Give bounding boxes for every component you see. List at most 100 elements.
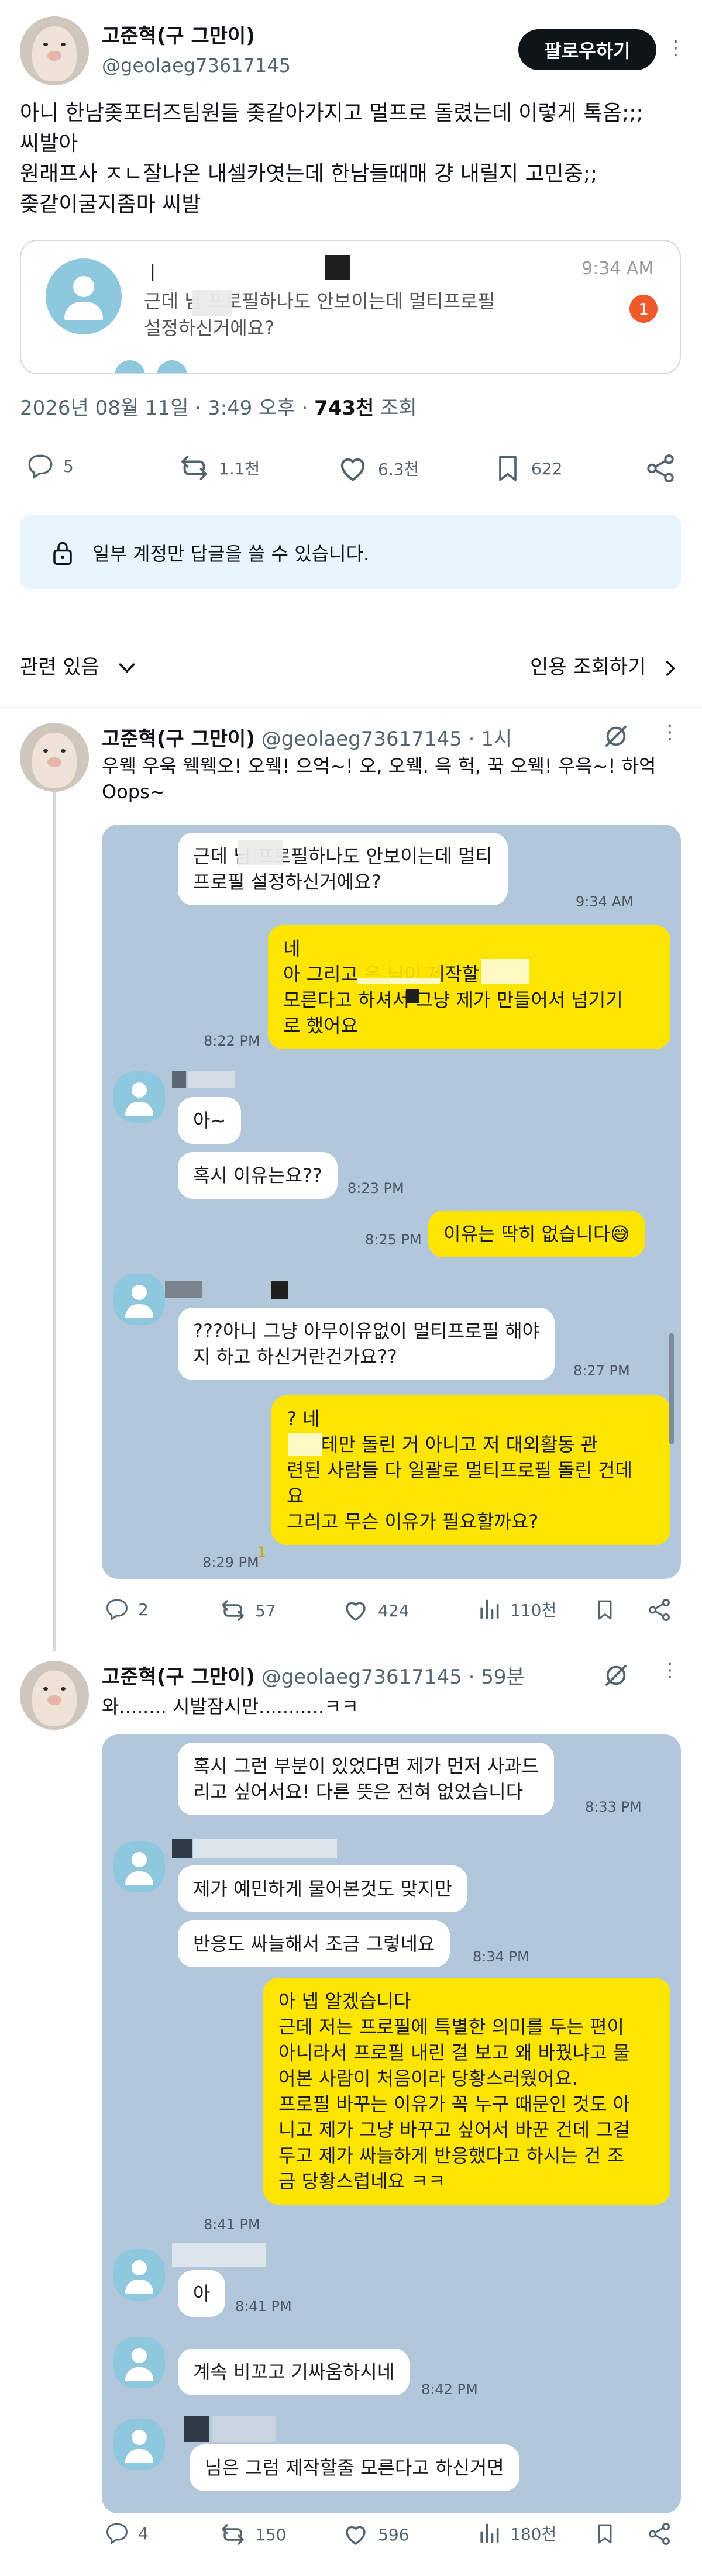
retweet-icon	[222, 1600, 244, 1621]
chat-screenshot[interactable]: 근데 님 프로필하나도 안보이는데 멀티 프로필 설정하신거에요? 9:34 A…	[102, 825, 681, 1579]
bubble-line: 아 넵 알겠습니다	[278, 1990, 411, 2012]
chat-timestamp: 8:27 PM	[573, 1363, 630, 1379]
redaction-block	[406, 989, 419, 1003]
chat-timestamp: 8:41 PM	[235, 2298, 292, 2315]
share-button[interactable]	[644, 451, 677, 485]
avatar[interactable]	[20, 1661, 89, 1730]
chat-bubble-received: 근데 님 프로필하나도 안보이는데 멀티 프로필 설정하신거에요?	[178, 833, 508, 905]
reply-handle-time: @geolaeg73617145 · 59분	[261, 1665, 525, 1689]
reply-button[interactable]: 2	[104, 1596, 149, 1622]
message-line: 설정하신거에요?	[144, 317, 275, 339]
follow-button[interactable]: 팔로우하기	[518, 29, 656, 70]
reply-button[interactable]: 5	[26, 451, 74, 481]
grok-icon[interactable]	[603, 1662, 629, 1689]
retweet-button[interactable]: 1.1천	[178, 451, 260, 484]
blur-redaction	[192, 290, 232, 316]
more-options-icon[interactable]: ⋮	[666, 36, 686, 60]
bubble-line: 금 당황스럽네요 ㅋㅋ	[278, 2170, 446, 2192]
chevron-down-icon	[119, 663, 135, 673]
chat-avatar	[113, 1274, 165, 1325]
author-display-name[interactable]: 고준혁(구 그만이)	[102, 20, 291, 49]
read-count: 1	[257, 1544, 267, 1560]
view-count: 110천	[510, 1601, 557, 1620]
avatar[interactable]	[20, 723, 89, 792]
blur-redaction	[288, 1433, 322, 1456]
retweet-icon	[222, 2524, 244, 2545]
grok-icon[interactable]	[603, 723, 629, 750]
redaction-block	[325, 255, 350, 280]
reply-text: 우웩 우욱 웩웩오! 오웩! 으억~! 오, 오웩. 윽 헉, 꾹 오웩! 우윽…	[102, 753, 656, 805]
bookmark-button[interactable]: 622	[493, 451, 562, 485]
chat-scrollbar[interactable]	[669, 1333, 674, 1444]
chat-bubble-sent: 네 아 그리고 은 님이 제작할 줄 모른다고 하셔서 그냥 제가 만들어서 넘…	[268, 925, 670, 1049]
analytics-icon	[480, 2523, 499, 2543]
bubble-line: 니고 제가 그냥 바꾸고 싶어서 바꾼 건데 그걸	[278, 2119, 631, 2141]
analytics-icon	[480, 1599, 499, 1619]
tweet-meta: 2026년 08월 11일 · 3:49 오후 · 743천 조회	[20, 392, 417, 420]
main-action-bar: 5 1.1천 6.3천 622	[20, 451, 687, 492]
views-button[interactable]: 110천	[476, 1596, 556, 1622]
retweet-button[interactable]: 57	[219, 1596, 276, 1625]
share-button[interactable]	[646, 2520, 673, 2547]
sort-dropdown[interactable]: 관련 있음	[20, 651, 139, 680]
reply-button[interactable]: 4	[104, 2520, 149, 2546]
chat-bubble-sent: ? 네 님한테만 돌린 거 아니고 저 대외활동 관 련된 사람들 다 일괄로 …	[271, 1395, 670, 1545]
reply2-action-bar: 4 150 596 180천	[102, 2520, 681, 2561]
reply-author[interactable]: 고준혁(구 그만이) @geolaeg73617145 · 59분	[102, 1661, 525, 1689]
share-icon	[647, 454, 674, 482]
like-button[interactable]: 424	[342, 1596, 409, 1625]
chat-bubble-received: 님은 그럼 제작할줄 모른다고 하신거면	[190, 2444, 519, 2491]
reply-line: 우웩 우욱 웩웩오! 오웩! 으억~! 오, 오웩. 윽 헉, 꾹 오웩! 우윽…	[102, 755, 656, 777]
bubble-line: 어본 사람이 처음이라 당황스러웠어요.	[278, 2067, 578, 2089]
chat-timestamp: 8:22 PM	[204, 1033, 260, 1049]
chat-timestamp: 8:23 PM	[347, 1180, 404, 1196]
author-info[interactable]: 고준혁(구 그만이) @geolaeg73617145	[102, 20, 291, 77]
chevron-right-icon	[666, 660, 676, 676]
bubble-line: 프로필 설정하신거에요?	[193, 871, 381, 893]
chat-bubble-received: 제가 예민하게 물어본것도 맞지만	[178, 1865, 467, 1912]
chat-bubble-received: 아~	[178, 1097, 242, 1144]
chat-avatar	[113, 2249, 165, 2301]
chat-timestamp: 8:41 PM	[204, 2216, 260, 2233]
chat-timestamp: 9:34 AM	[576, 894, 634, 910]
views-button[interactable]: 180천	[476, 2520, 556, 2546]
like-button[interactable]: 6.3천	[336, 451, 419, 485]
view-quotes-label: 인용 조회하기	[530, 656, 646, 679]
tweet-text: 아니 한남좆포터즈팀원들 좆같아가지고 멀프로 돌렸는데 이렇게 톡옴;;; 씨…	[20, 98, 687, 220]
bookmark-icon	[598, 2524, 612, 2544]
retweet-count: 1.1천	[219, 459, 260, 478]
share-button[interactable]	[646, 1596, 673, 1623]
chat-timestamp: 8:42 PM	[421, 2381, 478, 2398]
reply-display-name: 고준혁(구 그만이)	[102, 727, 255, 751]
avatar[interactable]	[20, 16, 89, 85]
reply-author[interactable]: 고준혁(구 그만이) @geolaeg73617145 · 1시	[102, 723, 512, 751]
attached-image-card[interactable]: ㅣ 근데 님 프로필하나도 안보이는데 멀티프로필 설정하신거에요? 9:34 …	[20, 240, 681, 374]
bookmark-button[interactable]	[593, 2520, 617, 2547]
bubble-line: 아니라서 프로필 내린 걸 보고 왜 바꿨냐고 물	[278, 2042, 631, 2064]
message-time: 9:34 AM	[581, 258, 654, 279]
tweet-date[interactable]: 2026년 08월 11일 · 3:49 오후 ·	[20, 396, 314, 420]
view-label: 조회	[374, 396, 417, 420]
tweet-line: 좆같이굴지좀마 씨발	[20, 192, 201, 216]
like-button[interactable]: 596	[342, 2520, 409, 2549]
bubble-line: 그리고 무슨 이유가 필요할까요?	[287, 1511, 539, 1533]
bubble-line: 아 그리고 은 님이 제작할 줄	[283, 963, 503, 985]
author-handle[interactable]: @geolaeg73617145	[102, 54, 291, 77]
heart-icon	[346, 1602, 366, 1621]
more-options-icon[interactable]: ⋮	[660, 720, 680, 744]
bookmark-button[interactable]	[593, 1596, 617, 1623]
tweet-line: 원래프사 ㅈㄴ잘나온 내셀카엿는데 한남들때매 걍 내릴지 고민중;;	[20, 162, 598, 186]
retweet-button[interactable]: 150	[219, 2520, 286, 2549]
chat-bubble-received: 혹시 이유는요??	[178, 1152, 338, 1199]
thread-connector	[53, 792, 56, 1651]
tweet-line: 씨발아	[20, 132, 78, 156]
reply-count: 4	[138, 2523, 149, 2543]
chat-screenshot[interactable]: 혹시 그런 부분이 있었다면 제가 먼저 사과드 리고 싶어서요! 다른 뜻은 …	[102, 1734, 681, 2513]
redaction-block	[172, 1839, 192, 1858]
reply-restriction-text: 일부 계정만 답글을 쓸 수 있습니다.	[92, 543, 370, 565]
view-quotes-link[interactable]: 인용 조회하기	[530, 651, 679, 680]
blur-redaction	[481, 959, 529, 984]
retweet-count: 150	[255, 2525, 287, 2544]
more-options-icon[interactable]: ⋮	[660, 1658, 680, 1682]
chat-bubble-received: ???아니 그냥 아무이유없이 멀티프로필 해야 지 하고 하신거란건가요??	[178, 1308, 555, 1380]
